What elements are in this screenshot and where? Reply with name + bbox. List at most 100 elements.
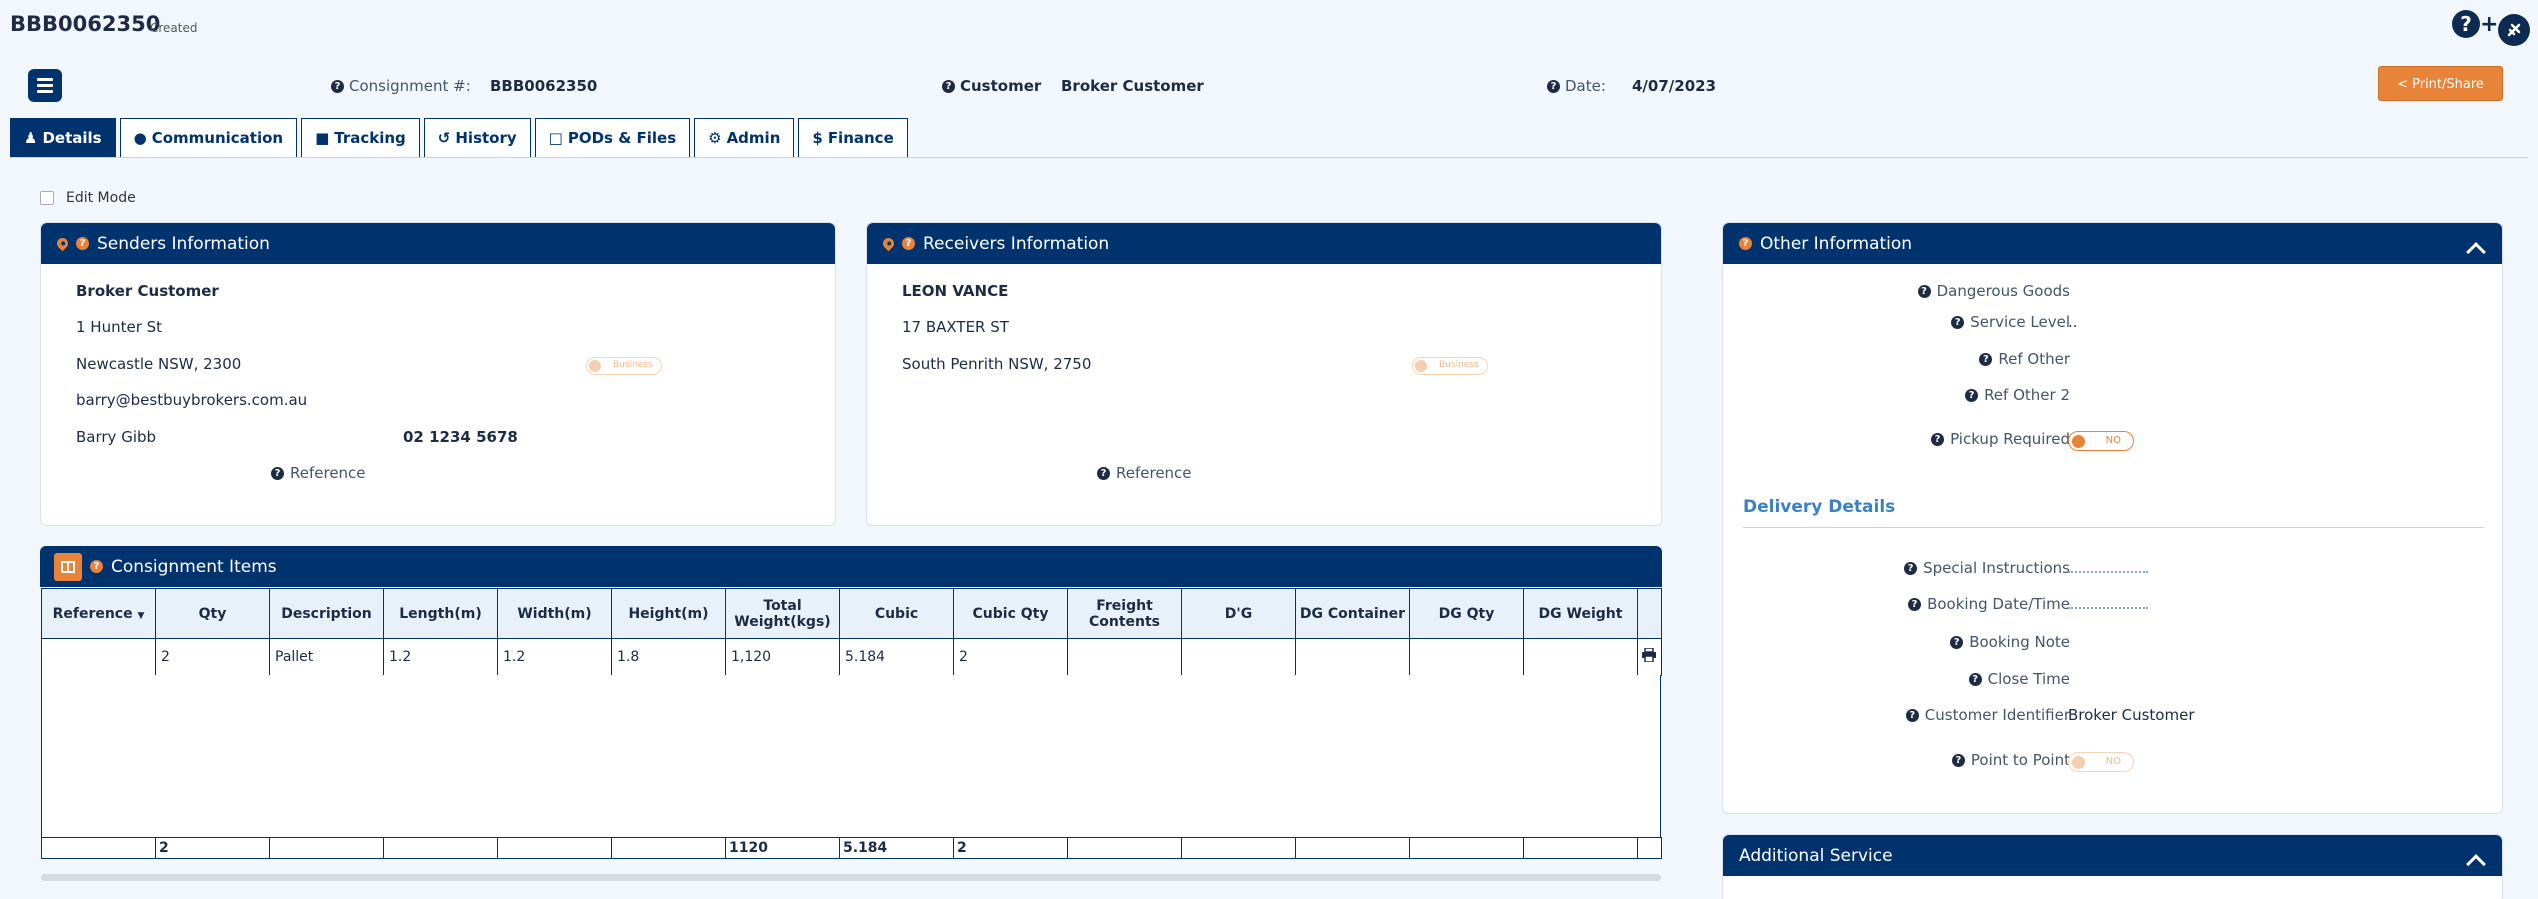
cell-dg	[1181, 638, 1296, 676]
print-share-button[interactable]: < Print/Share	[2378, 66, 2503, 101]
table-header-row: Reference ▼ Qty Description Length(m) Wi…	[41, 588, 1662, 639]
help-icon: ?	[902, 237, 915, 250]
sender-street: 1 Hunter St	[76, 318, 163, 336]
help-icon: ?	[90, 560, 103, 573]
consignment-items-totals: 2 1120 5.184 2	[41, 837, 1662, 859]
consignment-value: BBB0062350	[490, 77, 598, 95]
map-pin-icon[interactable]	[880, 235, 897, 252]
column-header-height[interactable]: Height(m)	[611, 588, 726, 639]
help-icon[interactable]: ?	[2452, 10, 2480, 38]
edit-mode-toggle[interactable]: Edit Mode	[40, 190, 136, 206]
total-height	[611, 837, 726, 859]
column-header-total-weight[interactable]: Total Weight(kgs)	[725, 588, 840, 639]
additional-service-header[interactable]: Additional Service	[1723, 835, 2502, 876]
tab-admin[interactable]: ⚙ Admin	[694, 118, 795, 158]
total-length	[383, 837, 498, 859]
print-icon[interactable]	[1637, 638, 1662, 676]
sender-email: barry@bestbuybrokers.com.au	[76, 391, 308, 409]
customer-label: Customer	[960, 77, 1042, 95]
column-header-qty[interactable]: Qty	[155, 588, 270, 639]
business-toggle[interactable]: Business	[586, 357, 662, 375]
help-icon: ?	[1547, 80, 1560, 93]
label: Booking Note	[1969, 633, 2070, 651]
tab-tracking[interactable]: ■ Tracking	[301, 118, 420, 158]
tab-finance[interactable]: $ Finance	[798, 118, 908, 158]
user-icon: ♟	[24, 129, 38, 147]
sender-phone: 02 1234 5678	[403, 428, 518, 446]
label: Customer Identifier	[1924, 706, 2070, 724]
special-instructions-label: ? Special Instructions	[1904, 559, 2070, 577]
column-header-actions	[1637, 588, 1662, 639]
special-instructions-input[interactable]	[2068, 571, 2148, 573]
cell-reference	[41, 638, 156, 676]
senders-title: Senders Information	[97, 233, 270, 254]
cell-dg-container	[1295, 638, 1410, 676]
file-icon: □	[548, 129, 563, 147]
tab-label: History	[455, 129, 517, 147]
tab-divider	[10, 157, 2528, 158]
table-row[interactable]: 2 Pallet 1.2 1.2 1.8 1,120 5.184 2	[41, 638, 1662, 676]
sender-reference[interactable]: ? Reference	[271, 464, 366, 482]
column-header-dg-qty[interactable]: DG Qty	[1409, 588, 1524, 639]
other-info-header[interactable]: ? Other Information	[1723, 223, 2502, 264]
consignment-id: BBB0062350	[10, 12, 161, 36]
point-to-point-toggle[interactable]: NO	[2068, 752, 2134, 772]
label: Pickup Required	[1950, 430, 2070, 448]
horizontal-scrollbar[interactable]	[41, 874, 1661, 881]
column-header-description[interactable]: Description	[269, 588, 384, 639]
receiver-street: 17 BAXTER ST	[902, 318, 1009, 336]
receivers-card: ? Receivers Information LEON VANCE 17 BA…	[866, 222, 1662, 526]
date-value: 4/07/2023	[1632, 77, 1717, 95]
cell-cubic: 5.184	[839, 638, 954, 676]
help-icon: ?	[942, 80, 955, 93]
cell-description: Pallet	[269, 638, 384, 676]
tab-communication[interactable]: ● Communication	[119, 118, 298, 158]
receiver-reference[interactable]: ? Reference	[1097, 464, 1192, 482]
table-body-empty-area	[41, 675, 1661, 838]
cell-qty: 2	[155, 638, 270, 676]
total-cubic: 5.184	[839, 837, 954, 859]
columns-icon[interactable]	[54, 552, 82, 581]
pickup-required-toggle[interactable]: NO	[2068, 431, 2134, 451]
consignment-items-header: ? Consignment Items	[40, 546, 1662, 587]
column-header-cubic[interactable]: Cubic	[839, 588, 954, 639]
column-header-cubic-qty[interactable]: Cubic Qty	[953, 588, 1068, 639]
tab-history[interactable]: ↺ History	[423, 118, 531, 158]
pickup-required-label: ? Pickup Required	[1931, 430, 2070, 448]
toggle-state: NO	[2105, 756, 2121, 767]
additional-service-title: Additional Service	[1739, 845, 1893, 866]
tab-label: Details	[42, 129, 102, 147]
column-header-width[interactable]: Width(m)	[497, 588, 612, 639]
totals-row: 2 1120 5.184 2	[41, 837, 1662, 859]
column-header-dg-container[interactable]: DG Container	[1295, 588, 1410, 639]
ref-other2-label: ? Ref Other 2	[1965, 386, 2070, 404]
cell-total-weight: 1,120	[725, 638, 840, 676]
plus-icon[interactable]: +	[2480, 12, 2498, 37]
cell-width: 1.2	[497, 638, 612, 676]
help-icon: ?	[1739, 237, 1752, 250]
tab-label: Tracking	[334, 129, 406, 147]
tab-details[interactable]: ♟ Details	[10, 118, 116, 158]
label: Service Level	[1970, 313, 2070, 331]
column-header-freight-contents[interactable]: Freight Contents	[1067, 588, 1182, 639]
column-header-reference[interactable]: Reference ▼	[41, 588, 156, 639]
column-header-dg[interactable]: D'G	[1181, 588, 1296, 639]
share-icon: <	[2397, 77, 2408, 92]
total-reference	[41, 837, 156, 859]
plug-icon[interactable]	[2498, 14, 2530, 46]
business-toggle[interactable]: Business	[1412, 357, 1488, 375]
edit-mode-label: Edit Mode	[66, 190, 136, 206]
total-dg-weight	[1523, 837, 1638, 859]
tab-pods-files[interactable]: □ PODs & Files	[534, 118, 691, 158]
column-header-length[interactable]: Length(m)	[383, 588, 498, 639]
point-to-point-label: ? Point to Point	[1951, 751, 2070, 769]
service-level-value: ..	[2068, 313, 2078, 331]
map-pin-icon[interactable]	[54, 235, 71, 252]
edit-mode-checkbox[interactable]	[40, 191, 54, 205]
menu-button[interactable]	[28, 69, 62, 102]
booking-datetime-input[interactable]	[2068, 607, 2148, 609]
column-header-dg-weight[interactable]: DG Weight	[1523, 588, 1638, 639]
receivers-header: ? Receivers Information	[867, 223, 1661, 264]
sort-icon[interactable]: ▼	[137, 611, 144, 621]
truck-icon: ■	[315, 129, 330, 147]
